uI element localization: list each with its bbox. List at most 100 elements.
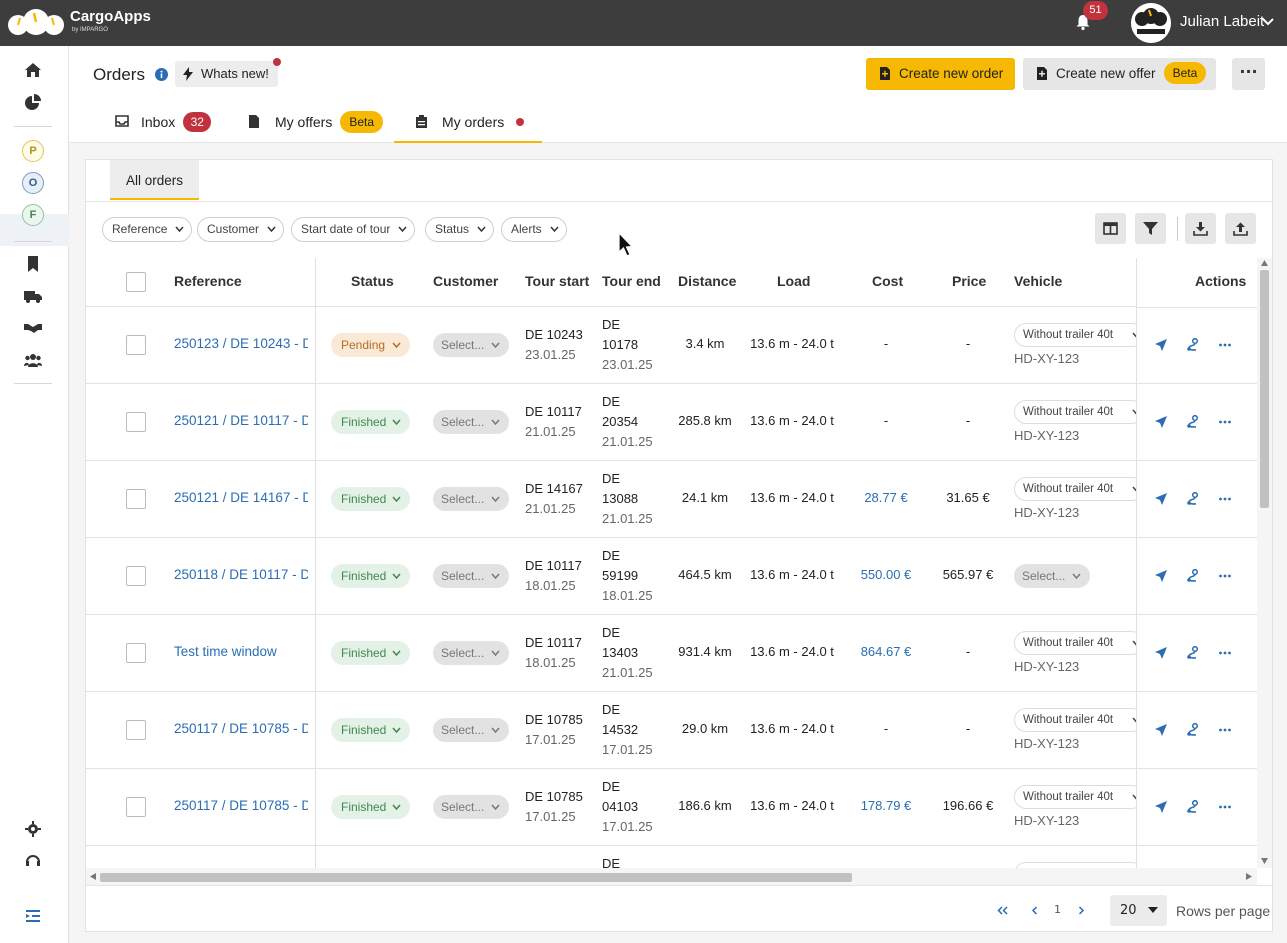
create-new-order-button[interactable]: Create new order — [866, 58, 1015, 90]
notification-count-badge[interactable]: 51 — [1083, 1, 1108, 20]
column-header-customer[interactable]: Customer — [433, 273, 498, 289]
row-checkbox[interactable] — [126, 335, 146, 355]
handshake-icon[interactable] — [24, 320, 42, 336]
chevron-down-icon[interactable] — [1262, 17, 1274, 27]
table-row[interactable]: 250117 / DE 10785 - DE 14532 Finished Sele… — [86, 692, 1257, 769]
column-header-cost[interactable]: Cost — [872, 273, 903, 289]
vehicle-dropdown[interactable]: Without trailer 40t — [1014, 323, 1144, 347]
more-horizontal-icon[interactable] — [1218, 492, 1232, 506]
status-dropdown[interactable]: Finished — [331, 641, 410, 665]
table-row[interactable]: Test time window Finished Select... DE 1011… — [86, 615, 1257, 692]
vertical-scrollbar[interactable] — [1257, 258, 1272, 868]
column-header-distance[interactable]: Distance — [678, 273, 736, 289]
sidebar-item-o[interactable]: O — [22, 172, 44, 194]
route-icon[interactable] — [1186, 723, 1200, 737]
row-checkbox[interactable] — [126, 489, 146, 509]
table-row[interactable]: 250121 / DE 14167 - DE 13088 Finished Sele… — [86, 461, 1257, 538]
route-icon[interactable] — [1186, 338, 1200, 352]
route-icon[interactable] — [1186, 569, 1200, 583]
cost-value[interactable]: 864.67 € — [846, 644, 926, 659]
status-dropdown[interactable]: Pending — [331, 333, 410, 357]
tab-my-offers[interactable]: My offers Beta — [249, 103, 383, 143]
cargoapps-logo-icon[interactable] — [8, 8, 64, 36]
vehicle-dropdown[interactable]: Without trailer 40t — [1014, 477, 1144, 501]
scrollbar-thumb[interactable] — [100, 873, 852, 882]
vehicle-dropdown[interactable]: Without trailer 40t — [1014, 631, 1144, 655]
vehicle-dropdown[interactable]: Without trailer 40t — [1014, 400, 1144, 424]
next-page-icon[interactable] — [1078, 906, 1085, 915]
sidebar-item-f[interactable]: F — [22, 204, 44, 226]
customer-select[interactable]: Select... — [433, 641, 509, 665]
column-header-vehicle[interactable]: Vehicle — [1014, 273, 1062, 289]
users-icon[interactable] — [24, 352, 42, 368]
status-dropdown[interactable]: Finished — [331, 410, 410, 434]
gear-icon[interactable] — [24, 821, 42, 837]
reference-link[interactable]: 250118 / DE 10117 - DE 59199 — [174, 567, 308, 582]
customer-select[interactable]: Select... — [433, 333, 509, 357]
status-dropdown[interactable]: Finished — [331, 564, 410, 588]
upload-button[interactable] — [1225, 213, 1256, 244]
vehicle-select[interactable]: Select... — [1014, 564, 1090, 588]
truck-icon[interactable] — [24, 288, 42, 304]
columns-button[interactable] — [1095, 213, 1126, 244]
column-header-tour-end[interactable]: Tour end — [602, 273, 661, 289]
reference-link[interactable]: 250121 / DE 10117 - DE 20354 — [174, 413, 308, 428]
filter-customer[interactable]: Customer — [197, 217, 285, 242]
send-icon[interactable] — [1154, 415, 1168, 429]
customer-select[interactable]: Select... — [433, 564, 509, 588]
scroll-left-icon[interactable] — [90, 873, 96, 880]
vehicle-dropdown[interactable]: Without trailer 40t — [1014, 708, 1144, 732]
more-horizontal-icon[interactable] — [1218, 723, 1232, 737]
user-name[interactable]: Julian Labeit — [1180, 13, 1264, 30]
scrollbar-thumb[interactable] — [1260, 270, 1269, 508]
scroll-down-icon[interactable] — [1261, 858, 1268, 864]
more-horizontal-icon[interactable] — [1218, 338, 1232, 352]
table-row[interactable]: 250121 / DE 10117 - DE 20354 Finished Sele… — [86, 384, 1257, 461]
select-all-checkbox[interactable] — [126, 272, 146, 292]
filter-alerts[interactable]: Alerts — [501, 217, 567, 242]
status-dropdown[interactable]: Finished — [331, 487, 410, 511]
column-header-price[interactable]: Price — [952, 273, 986, 289]
more-horizontal-icon[interactable] — [1218, 646, 1232, 660]
row-checkbox[interactable] — [126, 412, 146, 432]
sidebar-item-p[interactable]: P — [22, 140, 44, 162]
previous-page-icon[interactable] — [1031, 906, 1038, 915]
reference-link[interactable]: 250117 / DE 10785 - DE 04103 — [174, 798, 308, 813]
pie-chart-icon[interactable] — [24, 94, 42, 110]
home-icon[interactable] — [24, 62, 42, 78]
tab-my-orders[interactable]: My orders — [394, 103, 542, 143]
scroll-up-icon[interactable] — [1261, 260, 1268, 266]
create-new-offer-button[interactable]: Create new offer Beta — [1023, 58, 1216, 90]
more-horizontal-icon[interactable] — [1218, 800, 1232, 814]
whats-new-button[interactable]: Whats new! — [175, 58, 281, 87]
table-row[interactable]: 250117 / DE 10785 - DE 04103 Finished Sele… — [86, 769, 1257, 846]
send-icon[interactable] — [1154, 800, 1168, 814]
filter-start-date[interactable]: Start date of tour — [291, 217, 416, 242]
customer-select[interactable]: Select... — [433, 487, 509, 511]
customer-select[interactable]: Select... — [433, 718, 509, 742]
send-icon[interactable] — [1154, 569, 1168, 583]
status-dropdown[interactable]: Finished — [331, 718, 410, 742]
status-dropdown[interactable]: Finished — [331, 795, 410, 819]
row-checkbox[interactable] — [126, 643, 146, 663]
column-header-tour-start[interactable]: Tour start — [525, 273, 589, 289]
send-icon[interactable] — [1154, 492, 1168, 506]
cost-value[interactable]: 550.00 € — [846, 567, 926, 582]
tab-inbox[interactable]: Inbox 32 — [115, 103, 212, 143]
collapse-sidebar-icon[interactable] — [24, 908, 42, 924]
send-icon[interactable] — [1154, 338, 1168, 352]
reference-link[interactable]: 250121 / DE 14167 - DE 13088 — [174, 490, 308, 505]
route-icon[interactable] — [1186, 646, 1200, 660]
download-button[interactable] — [1185, 213, 1216, 244]
more-horizontal-icon[interactable] — [1218, 415, 1232, 429]
customer-select[interactable]: Select... — [433, 410, 509, 434]
reference-link[interactable]: 250123 / DE 10243 - DE 10178 — [174, 336, 308, 351]
current-page[interactable]: 1 — [1054, 903, 1061, 916]
bookmark-icon[interactable] — [24, 256, 42, 272]
horizontal-scrollbar[interactable] — [86, 868, 1257, 885]
first-page-icon[interactable] — [997, 906, 1008, 915]
info-icon[interactable] — [155, 68, 168, 81]
scroll-right-icon[interactable] — [1246, 873, 1252, 880]
row-checkbox[interactable] — [126, 720, 146, 740]
headset-icon[interactable] — [24, 853, 42, 869]
